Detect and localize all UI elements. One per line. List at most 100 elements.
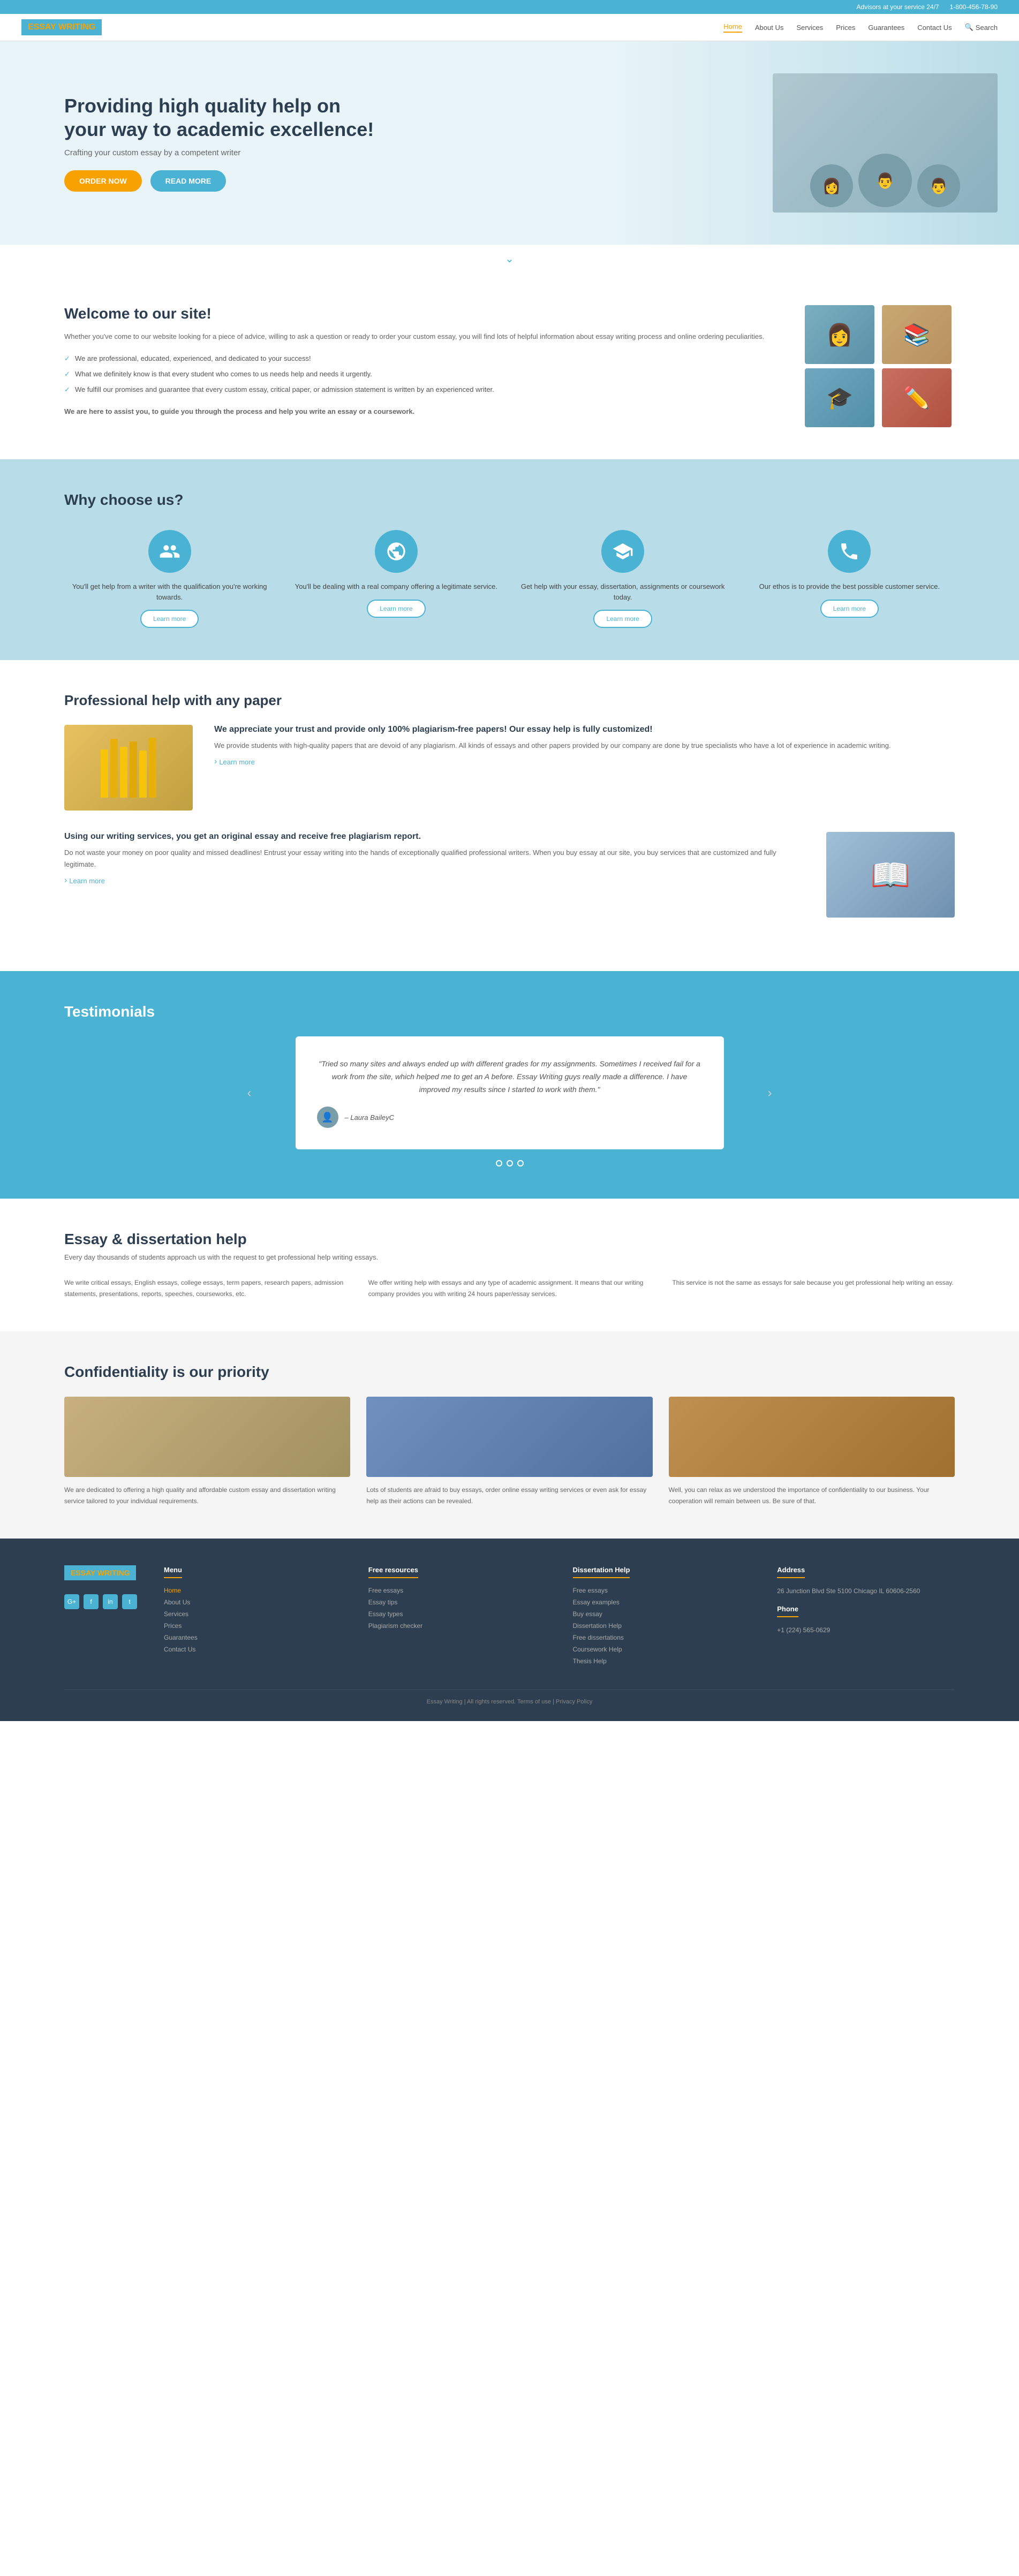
nav-contact[interactable]: Contact Us: [917, 24, 952, 32]
next-button[interactable]: ›: [768, 1086, 772, 1101]
footer-logo-writing: WRITING: [97, 1569, 130, 1577]
social-linkedin[interactable]: in: [103, 1594, 118, 1609]
footer-diss-free2: Free dissertations: [573, 1633, 751, 1641]
hero-section: Providing high quality help on your way …: [0, 41, 1019, 245]
why-card-3: Get help with your essay, dissertation, …: [518, 530, 728, 628]
footer-res-tips: Essay tips: [368, 1597, 546, 1606]
footer-menu-about: About Us: [164, 1597, 342, 1606]
pro-link-2[interactable]: Learn more: [64, 876, 105, 885]
pro-section: Professional help with any paper We appr…: [0, 660, 1019, 971]
footer-res-types: Essay types: [368, 1609, 546, 1618]
footer-res-free-essays: Free essays: [368, 1586, 546, 1594]
check-item-2: What we definitely know is that every st…: [64, 367, 778, 382]
phone-icon: [839, 541, 860, 562]
welcome-img-3: 🎓: [805, 368, 874, 427]
why-learn-more-2[interactable]: Learn more: [367, 600, 425, 618]
social-gplus[interactable]: G+: [64, 1594, 79, 1609]
essay-col-2-text: We offer writing help with essays and an…: [368, 1277, 651, 1299]
welcome-closing: We are here to assist you, to guide you …: [64, 406, 778, 418]
footer-resources-heading: Free resources: [368, 1566, 418, 1578]
footer-diss-examples: Essay examples: [573, 1597, 751, 1606]
nav-dot-2[interactable]: [507, 1160, 513, 1166]
search-button[interactable]: 🔍 Search: [965, 23, 998, 32]
nav-home[interactable]: Home: [723, 22, 742, 33]
welcome-intro: Whether you've come to our website looki…: [64, 331, 778, 343]
hero-text-block: Providing high quality help on your way …: [64, 94, 386, 191]
advisors-text: Advisors at your service 24/7: [857, 3, 939, 11]
why-learn-more-3[interactable]: Learn more: [593, 610, 652, 628]
pencil-5: [139, 751, 147, 798]
person-3: 👨: [917, 164, 960, 207]
prev-button[interactable]: ‹: [247, 1086, 252, 1101]
hero-people: 👩 👨 👨: [810, 154, 960, 213]
footer-copyright: Essay Writing | All rights reserved. Ter…: [427, 1699, 593, 1705]
footer-address-text: 26 Junction Blvd Ste 5100 Chicago IL 606…: [777, 1586, 955, 1596]
why-learn-more-4[interactable]: Learn more: [820, 600, 879, 618]
pro-img-2: 📖: [826, 832, 955, 918]
conf-text-3: Well, you can relax as we understood the…: [669, 1484, 955, 1506]
pencil-6: [149, 738, 156, 798]
why-title: Why choose us?: [64, 491, 955, 509]
why-card-4: Our ethos is to provide the best possibl…: [744, 530, 955, 628]
nav-services[interactable]: Services: [796, 24, 823, 32]
pencil-4: [130, 741, 137, 798]
welcome-section: Welcome to our site! Whether you've come…: [0, 273, 1019, 459]
footer-diss-free: Free essays: [573, 1586, 751, 1594]
conf-text-1: We are dedicated to offering a high qual…: [64, 1484, 350, 1506]
header: ESSAY WRITING Home About Us Services Pri…: [0, 14, 1019, 41]
essay-col-1: We write critical essays, English essays…: [64, 1277, 347, 1299]
users-icon-circle: [148, 530, 191, 573]
why-card-4-text: Our ethos is to provide the best possibl…: [759, 581, 940, 592]
social-facebook[interactable]: f: [84, 1594, 99, 1609]
users-icon: [159, 541, 180, 562]
footer-resources-list: Free essays Essay tips Essay types Plagi…: [368, 1586, 546, 1630]
why-section: Why choose us? You'll get help from a wr…: [0, 459, 1019, 660]
author-avatar: 👤: [317, 1107, 338, 1128]
pro-text-2: Do not waste your money on poor quality …: [64, 847, 805, 870]
welcome-img-4: ✏️: [882, 368, 952, 427]
testimonial-wrapper: ‹ "Tried so many sites and always ended …: [269, 1036, 751, 1149]
footer-col-resources: Free resources Free essays Essay tips Es…: [368, 1565, 546, 1668]
essay-col-1-text: We write critical essays, English essays…: [64, 1277, 347, 1299]
order-now-button[interactable]: Order now: [64, 170, 142, 192]
phone-icon-circle: [828, 530, 871, 573]
check-item-1: We are professional, educated, experienc…: [64, 351, 778, 367]
logo-text: ESSAY WRITING: [28, 22, 95, 32]
nav-dot-3[interactable]: [517, 1160, 524, 1166]
author-name: – Laura BaileyC: [345, 1113, 395, 1122]
conf-card-1: We are dedicated to offering a high qual…: [64, 1397, 350, 1506]
why-card-2-text: You'll be dealing with a real company of…: [295, 581, 497, 592]
conf-card-3: Well, you can relax as we understood the…: [669, 1397, 955, 1506]
footer-social: G+ f in t: [64, 1594, 137, 1609]
essay-col-3: This service is not the same as essays f…: [672, 1277, 955, 1299]
nav-about[interactable]: About Us: [755, 24, 783, 32]
footer-menu-list: Home About Us Services Prices Guarantees…: [164, 1586, 342, 1653]
footer-menu-home: Home: [164, 1586, 342, 1594]
nav-dot-1[interactable]: [496, 1160, 502, 1166]
pro-img-1: [64, 725, 193, 810]
footer-top: ESSAY WRITING G+ f in t Menu Home About …: [64, 1565, 955, 1668]
pro-link-1[interactable]: Learn more: [214, 757, 255, 767]
testimonials-section: Testimonials ‹ "Tried so many sites and …: [0, 971, 1019, 1199]
pro-row-2: 📖 Using our writing services, you get an…: [64, 832, 955, 918]
testimonial-author: 👤 – Laura BaileyC: [317, 1107, 703, 1128]
footer-col-address: Address 26 Junction Blvd Ste 5100 Chicag…: [777, 1565, 955, 1668]
nav-guarantees[interactable]: Guarantees: [868, 24, 904, 32]
main-nav: Home About Us Services Prices Guarantees…: [723, 22, 998, 33]
confidentiality-section: Confidentiality is our priority We are d…: [0, 1331, 1019, 1539]
footer-logo-text: ESSAY WRITING: [71, 1569, 130, 1577]
testimonials-title: Testimonials: [64, 1003, 955, 1020]
hero-buttons: Order now Read more: [64, 170, 386, 192]
logo-essay: ESSAY: [28, 22, 56, 32]
check-item-3: We fulfill our promises and guarantee th…: [64, 382, 778, 398]
footer-dissertation-heading: Dissertation Help: [573, 1566, 630, 1578]
social-twitter[interactable]: t: [122, 1594, 137, 1609]
welcome-text: Welcome to our site! Whether you've come…: [64, 305, 778, 427]
hero-image: 👩 👨 👨: [773, 73, 998, 213]
footer-logo[interactable]: ESSAY WRITING: [64, 1565, 136, 1580]
why-learn-more-1[interactable]: Learn more: [140, 610, 199, 628]
logo[interactable]: ESSAY WRITING: [21, 19, 102, 35]
scroll-down[interactable]: ⌄: [0, 245, 1019, 273]
read-more-button[interactable]: Read more: [150, 170, 227, 192]
nav-prices[interactable]: Prices: [836, 24, 855, 32]
